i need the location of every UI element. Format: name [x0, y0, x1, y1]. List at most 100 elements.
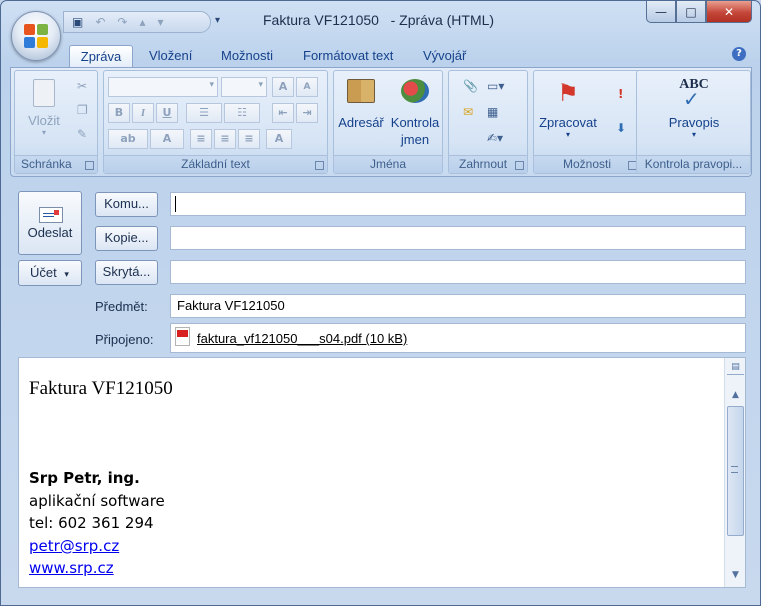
grow-font-icon[interactable]: A	[272, 77, 294, 97]
scroll-down-icon[interactable]: ▼	[727, 568, 744, 583]
high-importance-icon[interactable]: !	[618, 87, 623, 101]
underline-icon[interactable]: U	[156, 103, 178, 123]
window-controls: — □ ✕	[646, 1, 752, 23]
to-field[interactable]	[170, 192, 746, 216]
align-left-icon[interactable]: ≡	[190, 129, 212, 149]
styles-icon[interactable]: A	[266, 129, 292, 149]
cc-button[interactable]: Kopie...	[95, 226, 158, 251]
signature-web-link[interactable]: www.srp.cz	[29, 559, 114, 577]
undo-icon[interactable]: ↶	[95, 15, 105, 29]
up-icon[interactable]: ▴	[139, 15, 145, 29]
tab-moznosti[interactable]: Možnosti	[221, 45, 273, 67]
low-importance-icon[interactable]: ⬇	[616, 121, 626, 135]
message-body[interactable]: Faktura VF121050 Srp Petr, ing. aplikačn…	[18, 357, 746, 588]
attachment-link[interactable]: faktura_vf121050___s04.pdf (10 kB)	[197, 331, 407, 346]
format-painter-icon[interactable]: ✎	[77, 127, 87, 141]
close-button[interactable]: ✕	[706, 1, 752, 23]
address-book-button[interactable]: Adresář	[336, 79, 386, 130]
office-button[interactable]	[11, 11, 61, 61]
envelope-icon	[39, 207, 63, 223]
group-label-names: Jména	[334, 155, 442, 173]
cc-field[interactable]	[170, 226, 746, 250]
text-cursor	[175, 196, 176, 212]
flag-icon: ⚑	[557, 80, 579, 107]
align-center-icon[interactable]: ≡	[214, 129, 236, 149]
shrink-font-icon[interactable]: A	[296, 77, 318, 97]
paste-button[interactable]: Vložit ▾	[19, 79, 69, 137]
subject-label: Předmět:	[95, 299, 148, 314]
send-button[interactable]: Odeslat	[18, 191, 82, 255]
redo-icon[interactable]: ↷	[117, 15, 127, 29]
italic-icon[interactable]: I	[132, 103, 154, 123]
vertical-scrollbar[interactable]: ▤ ▲ ▼	[724, 358, 745, 587]
grip-icon	[731, 466, 738, 473]
minimize-button[interactable]: —	[646, 1, 676, 23]
bcc-button[interactable]: Skrytá...	[95, 260, 158, 285]
tab-vyvojar[interactable]: Vývojář	[423, 45, 466, 67]
include-launcher-icon[interactable]	[515, 161, 524, 170]
message-title: Faktura VF121050	[29, 378, 173, 399]
basic-text-launcher-icon[interactable]	[315, 161, 324, 170]
bold-icon[interactable]: B	[108, 103, 130, 123]
attached-label: Připojeno:	[95, 332, 154, 347]
attach-file-icon[interactable]: 📎	[463, 79, 478, 93]
ribbon-tabs: Zpráva Vložení Možnosti Formátovat text …	[1, 41, 760, 67]
account-button[interactable]: Účet ▾	[18, 260, 82, 286]
group-options: ⚑ Zpracovat ▾ ! ⬇ Možnosti	[533, 70, 641, 174]
maximize-button[interactable]: □	[676, 1, 706, 23]
group-label-proofing: Kontrola pravopi...	[637, 155, 750, 173]
tab-zprava[interactable]: Zpráva	[69, 45, 133, 67]
numbering-icon[interactable]: ☷	[224, 103, 260, 123]
follow-up-button[interactable]: ⚑ Zpracovat ▾	[536, 79, 600, 139]
spelling-button[interactable]: ABC ✓ Pravopis ▾	[657, 77, 731, 139]
clipboard-icon	[33, 79, 55, 107]
address-book-icon	[347, 79, 375, 103]
attachment-field: faktura_vf121050___s04.pdf (10 kB)	[170, 323, 746, 353]
scroll-up-icon[interactable]: ▲	[727, 388, 744, 403]
copy-icon[interactable]: ❐	[77, 103, 88, 117]
help-icon[interactable]: ?	[732, 47, 746, 61]
subject-field[interactable]: Faktura VF121050	[170, 294, 746, 318]
title-bar: ▣ ↶ ↷ ▴ ▾ ▾ Faktura VF121050 - Zpráva (H…	[1, 1, 760, 39]
calendar-icon[interactable]: ▦	[487, 105, 498, 119]
signature-email-link[interactable]: petr@srp.cz	[29, 537, 119, 555]
group-include: 📎 ▭▾ ✉ ▦ ✍▾ Zahrnout	[448, 70, 528, 174]
down-icon[interactable]: ▾	[158, 15, 164, 29]
align-right-icon[interactable]: ≡	[238, 129, 260, 149]
cut-icon[interactable]: ✂	[77, 79, 87, 93]
check-names-button[interactable]: Kontrola jmen	[388, 79, 442, 147]
group-clipboard: Vložit ▾ ✂ ❐ ✎ Schránka	[14, 70, 98, 174]
increase-indent-icon[interactable]: ⇥	[296, 103, 318, 123]
signature-phone: tel: 602 361 294	[29, 514, 154, 532]
highlight-icon[interactable]: ab	[108, 129, 148, 149]
signature-icon[interactable]: ✍▾	[487, 131, 503, 145]
group-label-options: Možnosti	[534, 155, 640, 173]
signature-line: aplikační software	[29, 492, 165, 510]
ruler-toggle-icon[interactable]: ▤	[727, 360, 744, 375]
office-logo-icon	[24, 24, 50, 50]
pdf-icon	[175, 327, 190, 346]
bullets-icon[interactable]: ☰	[186, 103, 222, 123]
font-color-icon[interactable]: A	[150, 129, 184, 149]
group-names: Adresář Kontrola jmen Jména	[333, 70, 443, 174]
business-card-icon[interactable]: ▭▾	[487, 79, 504, 93]
signature-name: Srp Petr, ing.	[29, 469, 140, 487]
attach-item-icon[interactable]: ✉	[463, 105, 473, 119]
group-proofing: ABC ✓ Pravopis ▾ Kontrola pravopi...	[636, 70, 751, 174]
save-icon[interactable]: ▣	[72, 15, 83, 29]
spelling-icon: ABC ✓	[679, 77, 709, 111]
chevron-down-icon: ▾	[64, 269, 69, 279]
clipboard-launcher-icon[interactable]	[85, 161, 94, 170]
bcc-field[interactable]	[170, 260, 746, 284]
tab-vlozeni[interactable]: Vložení	[149, 45, 192, 67]
tab-formatovat-text[interactable]: Formátovat text	[303, 45, 393, 67]
group-label-basic-text: Základní text	[104, 155, 327, 173]
customize-icon[interactable]: ▾	[215, 15, 220, 26]
group-basic-text: A A B I U ☰ ☷ ⇤ ⇥ ab A ≡ ≡ ≡ A Základní …	[103, 70, 328, 174]
decrease-indent-icon[interactable]: ⇤	[272, 103, 294, 123]
font-size-combo[interactable]	[221, 77, 267, 97]
ribbon: Vložit ▾ ✂ ❐ ✎ Schránka A A B I U ☰ ☷ ⇤ …	[10, 67, 752, 177]
font-name-combo[interactable]	[108, 77, 218, 97]
check-names-icon	[401, 79, 429, 103]
to-button[interactable]: Komu...	[95, 192, 158, 217]
